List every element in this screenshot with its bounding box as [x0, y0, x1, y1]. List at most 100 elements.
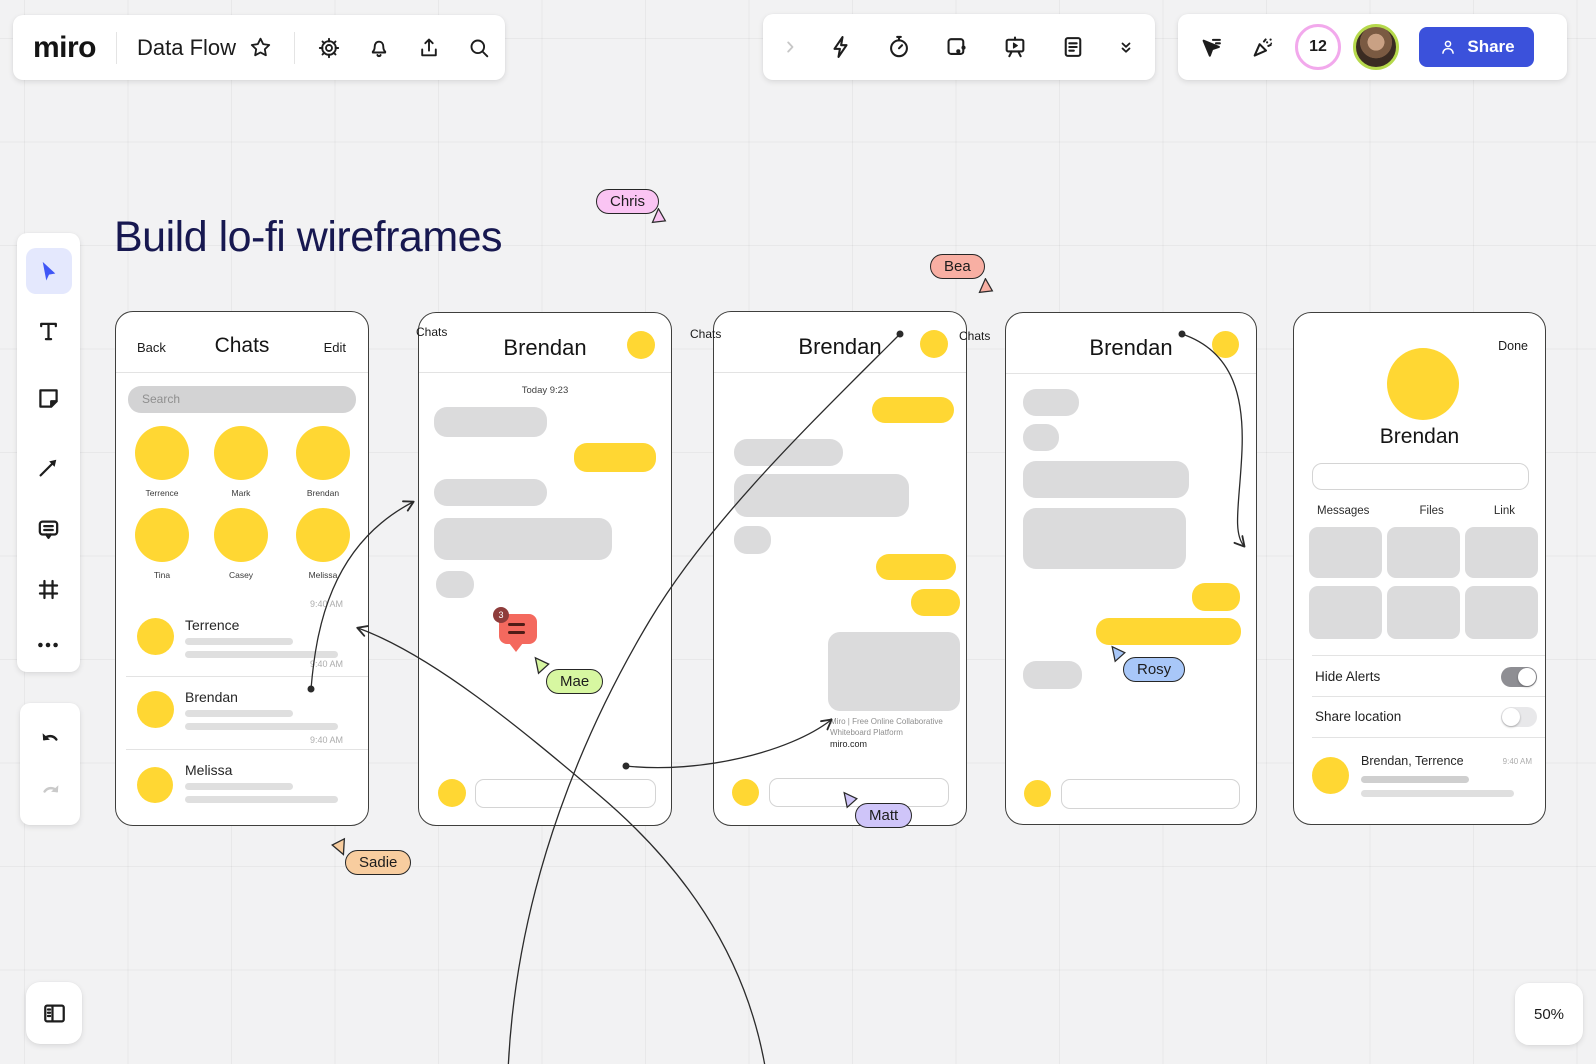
skeleton-line — [185, 710, 293, 717]
cards-button[interactable] — [937, 27, 977, 67]
cursor-pointer-icon — [329, 835, 350, 856]
contact-avatar — [296, 426, 350, 480]
notes-icon — [1060, 34, 1086, 60]
message-bubble-received — [734, 526, 771, 554]
hide-cursors-button[interactable] — [1191, 27, 1231, 67]
settings-button[interactable] — [309, 28, 349, 68]
notes-button[interactable] — [1053, 27, 1093, 67]
frame-tool[interactable] — [28, 569, 68, 609]
select-tool[interactable] — [26, 248, 72, 294]
comment-thread[interactable]: 3 — [493, 607, 543, 661]
select-cursor-icon — [36, 258, 62, 284]
undo-icon — [37, 728, 64, 755]
collaborator-cursors-icon — [1198, 34, 1224, 60]
done-label: Done — [1498, 339, 1528, 353]
search-button[interactable] — [459, 28, 499, 68]
header-avatar — [627, 331, 655, 359]
miro-logo[interactable]: miro — [33, 31, 96, 65]
sticky-note-tool[interactable] — [28, 378, 68, 418]
thread-name: Brendan — [185, 689, 238, 705]
reactions-button[interactable] — [1243, 27, 1283, 67]
quick-actions-button[interactable] — [821, 27, 861, 67]
person-icon — [1438, 37, 1458, 57]
thread-name: Brendan, Terrence — [1361, 754, 1464, 768]
tab-files: Files — [1420, 505, 1444, 517]
miro-board-canvas[interactable]: Build lo-fi wireframes Back Chats Edit S… — [0, 0, 1596, 1064]
message-bubble-sent — [1096, 618, 1241, 645]
thread-name: Terrence — [185, 617, 239, 633]
lightning-icon — [828, 34, 854, 60]
message-bubble-received — [1023, 661, 1082, 689]
tab-link: Link — [1494, 505, 1515, 517]
wireframe-conversation-c[interactable]: Brendan — [1005, 312, 1257, 825]
cursor-pointer-icon — [976, 278, 996, 298]
contact-name: Tina — [125, 570, 199, 580]
expand-toolbar-button[interactable] — [777, 27, 803, 67]
contact-cell: Tina — [125, 508, 199, 580]
cursor-pointer-icon — [649, 208, 669, 228]
media-thumbnail — [1465, 586, 1538, 639]
comment-line — [508, 631, 525, 634]
wireframe-conversation-a[interactable]: Brendan Today 9:23 3 — [418, 312, 672, 826]
undo-button[interactable] — [30, 721, 70, 761]
wireframe-chat-list[interactable]: Back Chats Edit Search Terrence Mark Bre… — [115, 311, 369, 826]
board-title[interactable]: Data Flow — [137, 35, 236, 61]
message-bubble-sent — [872, 397, 954, 423]
cursor-label: Mae — [546, 669, 603, 694]
message-bubble-received — [734, 474, 909, 517]
more-apps-button[interactable] — [1111, 27, 1141, 67]
present-button[interactable] — [995, 27, 1035, 67]
contact-name: Mark — [204, 488, 278, 498]
text-icon — [35, 318, 62, 345]
arrow-icon — [35, 454, 62, 481]
timer-icon — [886, 34, 912, 60]
thread-time: 9:40 AM — [310, 735, 343, 745]
section-divider — [1312, 655, 1545, 656]
search-icon — [467, 36, 491, 60]
export-icon — [417, 36, 441, 60]
message-bubble-sent — [876, 554, 956, 580]
message-input — [1061, 779, 1240, 809]
zoom-level-indicator[interactable]: 50% — [1515, 983, 1583, 1045]
redo-button[interactable] — [30, 773, 70, 813]
user-avatar[interactable] — [1353, 24, 1399, 70]
presentation-icon — [1002, 34, 1028, 60]
board-heading-text[interactable]: Build lo-fi wireframes — [114, 213, 502, 262]
timer-button[interactable] — [879, 27, 919, 67]
message-bubble-received — [1023, 389, 1079, 416]
comment-tail — [509, 643, 523, 652]
skeleton-line — [185, 638, 293, 645]
connector-tool[interactable] — [28, 447, 68, 487]
tab-messages: Messages — [1317, 505, 1369, 517]
notifications-button[interactable] — [359, 28, 399, 68]
side-panel-toggle[interactable] — [26, 982, 82, 1044]
contact-name: Casey — [204, 570, 278, 580]
settings-icon — [317, 36, 341, 60]
wireframe-conversation-b[interactable]: Brendan Miro | Free Online Collaborative… — [713, 311, 967, 826]
contact-cell: Brendan — [286, 426, 360, 498]
comment-tool[interactable] — [28, 509, 68, 549]
message-bubble-received — [434, 518, 612, 560]
toolbar-divider — [294, 32, 295, 64]
media-thumbnail — [1387, 527, 1460, 578]
media-thumbnail — [1309, 527, 1382, 578]
link-preview-domain: miro.com — [830, 739, 867, 749]
wireframe-contact-profile[interactable]: Done Brendan Messages Files Link Hide Al… — [1293, 312, 1546, 825]
link-preview-image — [828, 632, 960, 711]
section-divider — [1312, 737, 1545, 738]
media-thumbnail — [1465, 527, 1538, 578]
favorite-button[interactable] — [240, 28, 280, 68]
history-panel — [20, 703, 80, 825]
comment-count-badge: 3 — [493, 607, 509, 623]
message-bubble-received — [1023, 508, 1186, 569]
share-button[interactable]: Share — [1419, 27, 1534, 67]
contact-cell: Casey — [204, 508, 278, 580]
more-tools-button[interactable] — [28, 625, 68, 665]
collaborator-count-badge[interactable]: 12 — [1295, 24, 1341, 70]
header-avatar — [1212, 331, 1239, 358]
text-tool[interactable] — [28, 311, 68, 351]
export-button[interactable] — [409, 28, 449, 68]
skeleton-line — [1361, 790, 1514, 797]
double-chevron-down-icon — [1115, 36, 1137, 58]
comment-line — [508, 623, 525, 626]
